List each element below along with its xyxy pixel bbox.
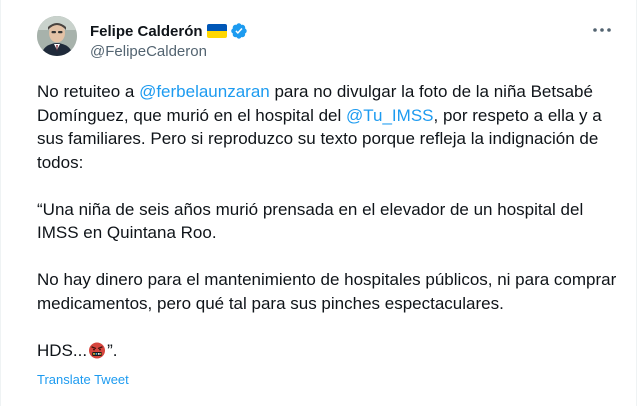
- text-segment: No retuiteo a: [37, 82, 140, 101]
- avatar[interactable]: [37, 16, 77, 56]
- translate-tweet-link[interactable]: Translate Tweet: [37, 372, 129, 387]
- verified-badge-icon[interactable]: [230, 22, 248, 40]
- author-display-name[interactable]: Felipe Calderón: [90, 23, 203, 40]
- more-horizontal-icon[interactable]: [590, 20, 614, 40]
- text-segment: HDS...: [37, 340, 88, 360]
- ukraine-flag-icon: [206, 24, 227, 38]
- mention-link-ferbelaunzaran[interactable]: @ferbelaunzaran: [139, 82, 270, 101]
- display-name-row: Felipe Calderón: [90, 21, 248, 41]
- tweet-paragraph-3: No hay dinero para el mantenimiento de h…: [37, 270, 617, 313]
- tweet-paragraph-4: HDS... ”.: [37, 339, 617, 363]
- author-names: Felipe Calderón @FelipeCalderon: [90, 21, 248, 60]
- author-handle[interactable]: @FelipeCalderon: [90, 43, 248, 60]
- tweet-text: No retuiteo a @ferbelaunzaran para no di…: [37, 80, 617, 362]
- tweet-card: Felipe Calderón @FelipeCalderon No retui…: [0, 0, 637, 406]
- mention-link-tu-imss[interactable]: @Tu_IMSS: [346, 106, 433, 125]
- tweet-paragraph-1: No retuiteo a @ferbelaunzaran para no di…: [37, 80, 617, 174]
- tweet-paragraph-2: “Una niña de seis años murió prensada en…: [37, 199, 584, 243]
- tweet-header: Felipe Calderón @FelipeCalderon: [37, 16, 614, 64]
- face-with-symbols-on-mouth-icon: [88, 341, 106, 359]
- text-segment: ”.: [107, 340, 118, 360]
